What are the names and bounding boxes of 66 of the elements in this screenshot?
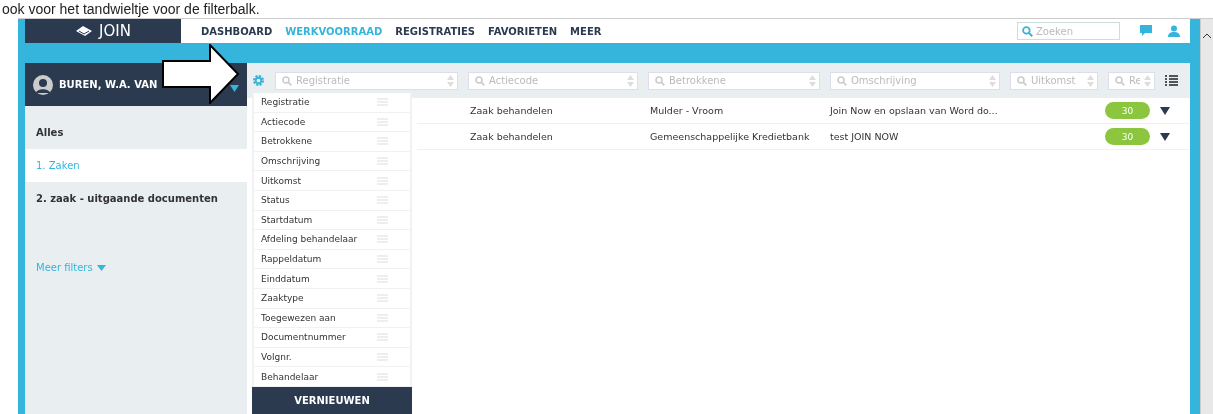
filter-field[interactable]: Actiecode: [468, 71, 638, 90]
filter-field[interactable]: Registratie: [275, 71, 458, 90]
caret-icon[interactable]: [230, 85, 239, 92]
search-icon: [282, 75, 292, 86]
column-option[interactable]: Omschrijving: [254, 151, 410, 172]
logo[interactable]: JOIN: [25, 19, 181, 43]
settings-icon[interactable]: [252, 74, 265, 87]
search-icon: [1017, 75, 1027, 86]
column-option[interactable]: Afdeling behandelaar: [254, 230, 410, 250]
caret-icon: [96, 264, 106, 271]
nav-link[interactable]: MEER: [570, 25, 602, 37]
search-icon: [1022, 25, 1033, 37]
column-option[interactable]: Startdatum: [254, 210, 410, 231]
caret-icon[interactable]: [1160, 106, 1170, 115]
spinner-arrows-icon[interactable]: [447, 73, 454, 88]
filter-item[interactable]: Alles: [25, 116, 247, 149]
column-option[interactable]: Volgnr.: [254, 347, 410, 368]
result-row[interactable]: Zaak behandelen Gemeenschappelijke Kredietbank test JOIN NOW 30: [417, 124, 1190, 150]
refresh-button[interactable]: VERNIEUWEN: [252, 386, 412, 414]
user-name: BUREN, W.A. VAN: [59, 79, 159, 90]
count-badge: 30: [1105, 102, 1150, 119]
search-field[interactable]: Zoeken: [1017, 22, 1120, 40]
table-cell-text: Mulder - Vroom: [650, 105, 725, 116]
column-option[interactable]: Registratie: [254, 93, 410, 113]
filter-item[interactable]: 2. zaak - uitgaande documenten: [25, 182, 247, 215]
nav-link[interactable]: REGISTRATIES: [395, 25, 475, 37]
column-option[interactable]: Einddatum: [254, 269, 410, 289]
table-cell-text: Zaak behandelen: [470, 105, 554, 116]
logo-icon: [75, 25, 94, 37]
search-icon: [1115, 75, 1125, 86]
spinner-arrows-icon[interactable]: [989, 73, 996, 88]
search-icon: [837, 75, 847, 86]
table-cell-text: test JOIN NOW: [830, 131, 900, 142]
spinner-arrows-icon[interactable]: [627, 73, 634, 88]
user-icon[interactable]: [1168, 25, 1180, 37]
column-option[interactable]: Betrokkene: [254, 132, 410, 152]
filter-field[interactable]: Betrokkene: [648, 71, 820, 90]
spinner-arrows-icon[interactable]: [809, 73, 816, 88]
column-option[interactable]: Toegewezen aan: [254, 308, 410, 329]
filter-field[interactable]: Omschrijving: [830, 71, 1000, 90]
table-cell-text: Zaak behandelen: [470, 131, 554, 142]
column-option[interactable]: Documentnummer: [254, 328, 410, 348]
count-badge: 30: [1105, 128, 1150, 145]
column-option[interactable]: Actiecode: [254, 112, 410, 133]
table-cell-text: Join Now en opslaan van Word do...: [830, 105, 999, 116]
table-cell-text: Gemeenschappelijke Kredietbank: [650, 131, 811, 142]
column-option[interactable]: Behandelaar: [254, 367, 410, 387]
avatar-icon: [33, 74, 53, 95]
filter-field[interactable]: Uitkomst: [1010, 71, 1098, 90]
spinner-arrows-icon[interactable]: [1144, 73, 1151, 88]
search-icon: [475, 75, 485, 86]
list-icon[interactable]: [1165, 75, 1178, 86]
document-caption: ook voor het tandwieltje voor de filterbalk.: [1, 0, 261, 18]
nav-link[interactable]: FAVORIETEN: [488, 25, 558, 37]
column-option[interactable]: Zaaktype: [254, 288, 410, 309]
search-icon: [655, 75, 665, 86]
chat-icon[interactable]: [1140, 25, 1152, 37]
spinner-arrows-icon[interactable]: [1087, 73, 1094, 88]
column-option[interactable]: Uitkomst: [254, 171, 410, 191]
result-row[interactable]: Zaak behandelen Mulder - Vroom Join Now en opslaan van Word do... 30: [417, 98, 1190, 124]
caret-icon[interactable]: [1160, 132, 1170, 141]
scroll-up-icon[interactable]: [1203, 33, 1211, 39]
nav-link[interactable]: DASHBOARD: [201, 25, 273, 37]
column-option[interactable]: Status: [254, 190, 410, 211]
column-option[interactable]: Rappeldatum: [254, 249, 410, 270]
logo-text: JOIN: [99, 22, 131, 40]
